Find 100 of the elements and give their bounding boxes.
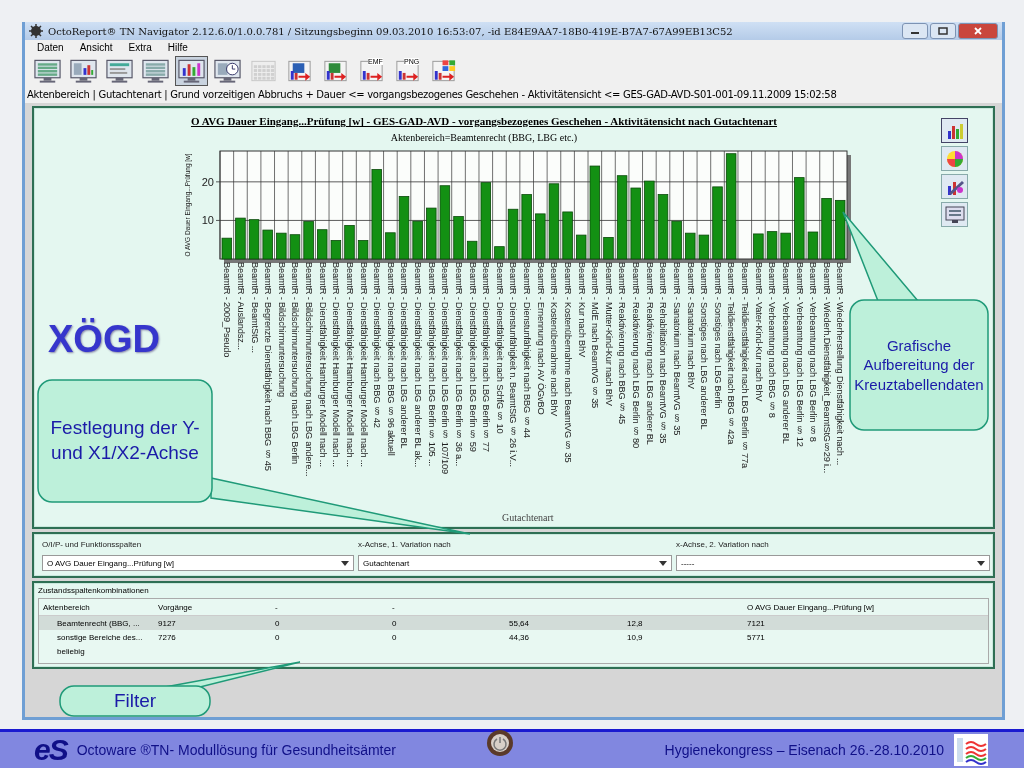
bar xyxy=(821,198,832,260)
monitor-icon xyxy=(141,58,170,84)
x-tick-label: BeamtR - Kur nach BhV xyxy=(575,262,587,359)
x-tick-label: BeamtR - MdE nach BeamtVG § 35 xyxy=(589,262,601,411)
filter-label: x-Achse, 1. Variation nach xyxy=(358,540,452,549)
table-cell: 12,8 xyxy=(627,618,643,628)
menu-item[interactable]: Daten xyxy=(37,42,64,53)
bar xyxy=(398,196,410,260)
x-tick-label: BeamtR - Verbeamtung nach LBG Berlin § 8 xyxy=(807,262,819,444)
x-tick-label: BeamtR - Bildschirmuntersuchung nach LBG andere... xyxy=(303,262,315,479)
dropdown-field[interactable]: ----- xyxy=(676,555,990,571)
bar xyxy=(521,194,532,260)
x-tick-label: BeamtR - Ernennung nach AV ÖGvBO xyxy=(534,262,546,417)
bar xyxy=(330,240,342,260)
callout-text: Filter xyxy=(113,688,157,713)
column-header: Vorgänge xyxy=(158,602,193,612)
power-icon[interactable] xyxy=(485,729,514,757)
bar xyxy=(248,219,260,260)
footer-text: Hygienekongress – Eisenach 26.-28.10.2010 xyxy=(664,742,944,758)
x-tick-label: BeamtR - Dienstfähigkeit nach BBG § 96 aktuell xyxy=(384,262,396,458)
x-tick-label: BeamtR - Dienstfähigkeit nach BBG § 42 xyxy=(371,262,383,430)
x-tick-label: BeamtR - Wiederherstellung Dienstfähigkeit nach ... xyxy=(834,262,846,468)
monitor-icon xyxy=(69,58,98,84)
table-view-button[interactable] xyxy=(941,202,968,227)
x-tick-label: BeamtR - Dienstfähigkeit Hamburger Modell nach ... xyxy=(357,262,369,469)
minimize-button[interactable] xyxy=(902,23,928,39)
bar xyxy=(766,231,778,260)
table-cell: 0 xyxy=(275,632,280,642)
table-cell: 7121 xyxy=(747,618,765,628)
menu-item[interactable]: Ansicht xyxy=(79,42,113,53)
export-icon xyxy=(393,58,422,84)
table-cell: 55,64 xyxy=(509,618,530,628)
x-tick-label: BeamtR - Dienstfähigkeit nach LBG Berlin § 36 a... xyxy=(452,262,464,469)
pie-chart-icon xyxy=(944,148,965,169)
menu-item[interactable]: Hilfe xyxy=(167,42,188,53)
bar xyxy=(576,234,587,260)
dropdown-field[interactable]: Gutachtenart xyxy=(358,555,672,571)
caret-icon xyxy=(977,560,985,566)
filter-label: O/I/P- und Funktionsspalten xyxy=(42,540,143,549)
bar xyxy=(344,225,355,260)
bar xyxy=(426,207,437,260)
toolbar-button[interactable] xyxy=(175,56,208,86)
x-tick-label: BeamtR - Bildschirmuntersuchung xyxy=(275,262,287,399)
monitor-icon xyxy=(105,58,134,84)
bar xyxy=(221,237,233,260)
x-tick-label: BeamtR - Rehabilitation nach BeamtVG § 35 xyxy=(657,262,669,446)
bar xyxy=(671,220,682,260)
table-cell: 0 xyxy=(392,632,397,642)
column-header: Aktenbereich xyxy=(43,602,90,612)
maximize-icon xyxy=(938,27,948,35)
x-tick-label: BeamtR - Dienstfähigkeit nach LBG Berlin § 107/109 xyxy=(439,262,451,476)
y-tick-label: 10 xyxy=(201,214,214,227)
x-tick-label: BeamtR - Wiederh.Dienstfähigkeit_BeamtStG§29 i... xyxy=(820,262,832,476)
column-header: O AVG Dauer Eingang...Prüfung [w] xyxy=(747,602,875,612)
bar xyxy=(780,232,791,260)
close-button[interactable] xyxy=(958,23,998,39)
spreadsheet-icon xyxy=(321,58,350,84)
dropdown-field[interactable]: O AVG Dauer Eingang...Prüfung [w] xyxy=(42,555,354,571)
association-logo-icon xyxy=(954,734,988,766)
table-row[interactable]: sonstige Bereiche des... 7276 0 0 44,36 10,9 5771 xyxy=(39,630,988,644)
bar xyxy=(262,229,273,260)
pie-chart-button[interactable] xyxy=(941,146,968,171)
table-row[interactable]: Beamtenrecht (BBG, ... 9127 0 0 55,64 12,8 7121 xyxy=(39,616,988,630)
breadcrumb-text: Aktenbereich | Gutachtenart | Grund vorzeitigen Abbruchs + Dauer <= vorgangsbezogenes Geschehen - Aktivitätensicht <= GES-GAD-AVD-S01-001-09.11.2009 15:02:58 xyxy=(25,87,1002,103)
maximize-button[interactable] xyxy=(930,23,956,39)
table-cell: beliebig xyxy=(57,646,85,656)
table-cell: Beamtenrecht (BBG, ... xyxy=(57,618,140,628)
company-logo: eS xyxy=(34,733,67,767)
table-cell: 0 xyxy=(392,618,397,628)
x-tick-label: BeamtR - Dienstfähigkeit Hamburger Modell nach ... xyxy=(316,262,328,469)
x-tick-label: BeamtR - Kostenübernahme nach BeamtVG § 35 xyxy=(561,262,573,465)
x-tick-label: BeamtR - Dienstfähigkeit nach LBG anderer BL xyxy=(398,262,410,451)
y-tick-label: 20 xyxy=(201,175,214,188)
x-tick-label: BeamtR - Reaktivierung nach LBG Berlin § 80 xyxy=(630,262,642,450)
x-tick-label: BeamtR - 2009_Pseudo xyxy=(221,262,233,360)
x-tick-label: BeamtR - Verbeamtung nach BBG § 8 xyxy=(766,262,778,420)
x-tick-label: BeamtR - Dienstunfähigkeit n. BeamtStG § 26 i.V... xyxy=(507,262,519,469)
callout-text: Grafische Aufbereitung der Kreuztabellendaten xyxy=(853,335,985,395)
table-row[interactable]: beliebig xyxy=(39,644,988,658)
table-cell: 9127 xyxy=(158,618,176,628)
table-cell: 0 xyxy=(275,618,280,628)
menu-item[interactable]: Extra xyxy=(128,42,152,53)
bar-chart-button[interactable] xyxy=(941,118,968,143)
chart-subtitle: Aktenbereich=Beamtenrecht (BBG, LBG etc.) xyxy=(390,132,578,143)
x-tick-label: BeamtR - Teildienstfähigkeit nach BBG § 42a xyxy=(725,262,737,447)
chart-settings-button[interactable] xyxy=(941,174,968,199)
bar xyxy=(235,217,246,260)
table-cell: 44,36 xyxy=(509,632,530,642)
filter-label: x-Achse, 2. Variation nach xyxy=(676,540,770,549)
x-tick-label: BeamtR - Dienstfähigkeit nach SchfG § 10 xyxy=(493,262,505,436)
x-tick-label: BeamtR - Reaktivierung nach BBG § 45 xyxy=(616,262,628,426)
x-tick-label: BeamtR - Sonstiges nach LBG anderer BL xyxy=(698,262,710,432)
bar xyxy=(385,232,396,260)
window-title: OctoReport® TN Navigator 2.12.6.0/1.0.0.781 / Sitzungsbeginn 09.03.2010 16:53:07, -id E84E9AA7-18B0-419E-B7A7-67A99EB13C52 xyxy=(48,25,733,37)
x-axis-title: Gutachtenart xyxy=(502,512,554,523)
bar xyxy=(834,199,846,260)
x-tick-label: BeamtR - Vater-Kind-Kur nach BhV xyxy=(752,262,764,404)
bar xyxy=(657,194,669,260)
x-tick-label: BeamtR - Mutter-Kind-Kur nach BhV xyxy=(602,262,614,408)
calendar-icon xyxy=(249,58,278,84)
